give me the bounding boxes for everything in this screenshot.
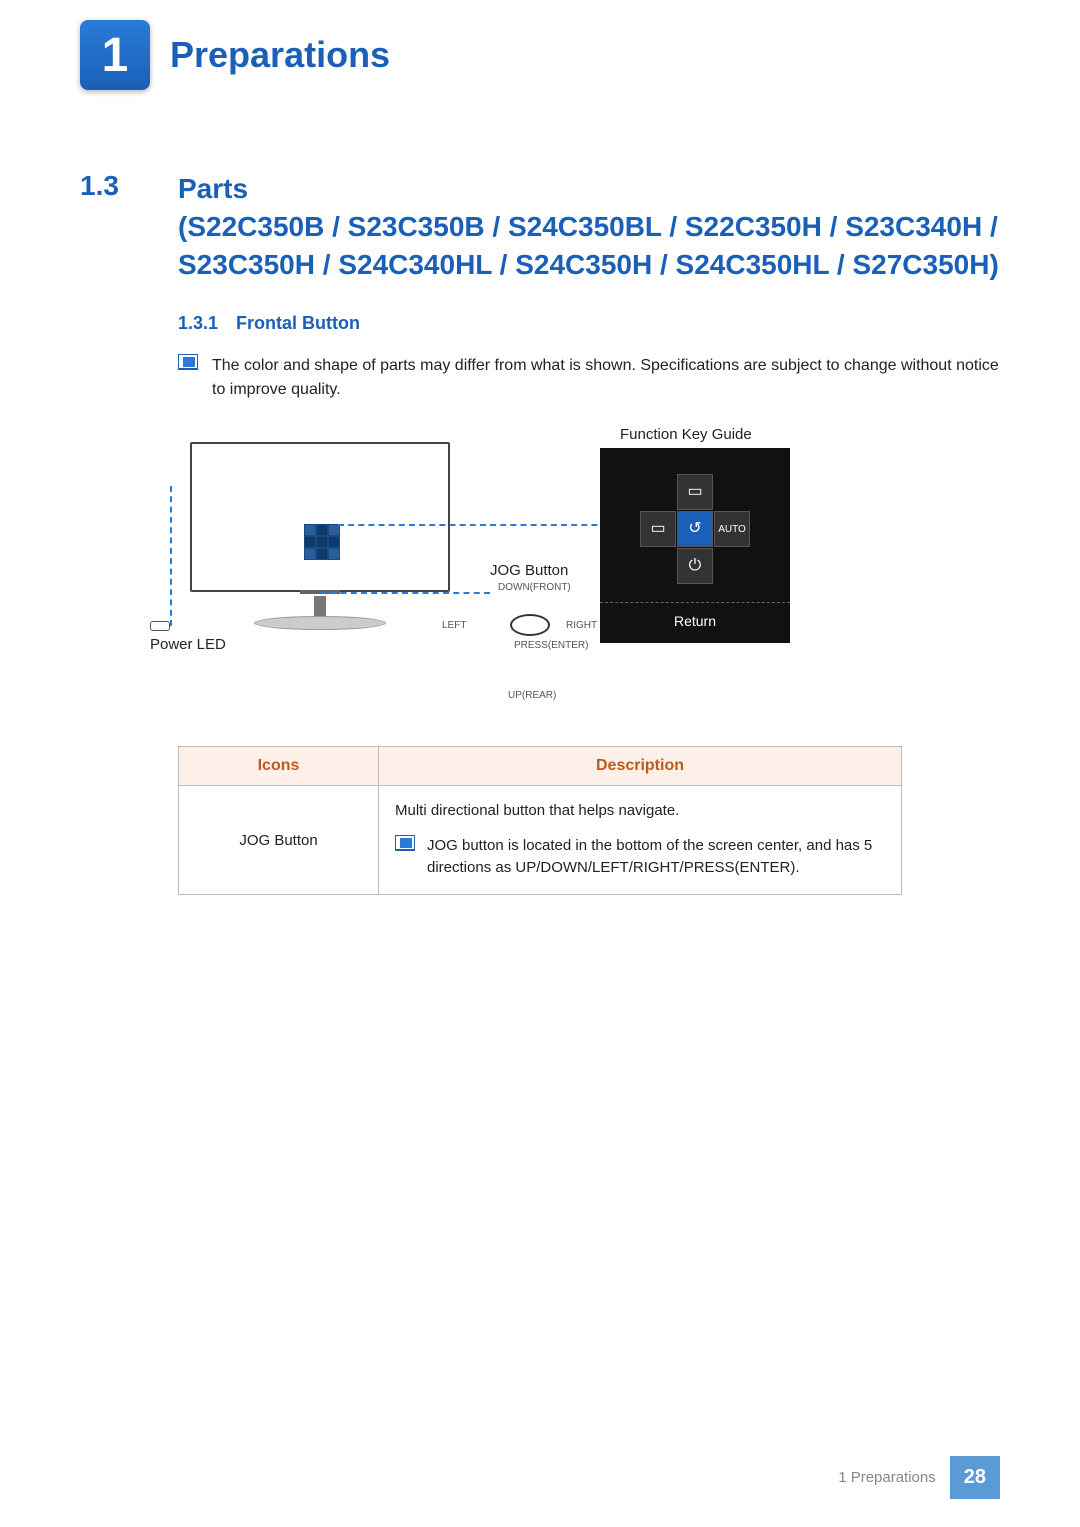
subsection-heading: 1.3.1 Frontal Button (178, 313, 1000, 334)
subsection-title: Frontal Button (236, 313, 360, 334)
page-footer: 1 Preparations 28 (824, 1456, 1000, 1499)
col-icons-header: Icons (179, 747, 379, 786)
power-led-label: Power LED (150, 636, 226, 653)
cell-icon-name: JOG Button (179, 786, 379, 895)
jog-up-rear-label: UP(REAR) (508, 690, 556, 701)
fkg-center-icon: ↺ (677, 511, 713, 547)
jog-left-label: LEFT (442, 620, 466, 631)
chapter-number-badge: 1 (80, 20, 150, 90)
frontal-button-diagram: Power LED Function Key Guide ▭ ▭ ↺ AUTO … (190, 426, 890, 716)
jog-press-enter-label: PRESS(ENTER) (514, 640, 588, 651)
subsection-number: 1.3.1 (178, 313, 218, 334)
footer-page-number: 28 (950, 1456, 1000, 1499)
function-key-guide-label: Function Key Guide (620, 426, 752, 443)
jog-right-label: RIGHT (566, 620, 597, 631)
row-note-text: JOG button is located in the bottom of t… (427, 835, 885, 880)
icons-description-table: Icons Description JOG Button Multi direc… (178, 746, 902, 895)
fkg-return-label: Return (600, 602, 790, 629)
fkg-right-label: AUTO (714, 511, 750, 547)
col-description-header: Description (379, 747, 902, 786)
function-key-cross: ▭ ▭ ↺ AUTO ⏻ (640, 474, 750, 584)
onscreen-nav-icon (304, 524, 340, 560)
jog-button-label: JOG Button (490, 562, 568, 579)
monitor-outline (190, 442, 450, 592)
fkg-left-icon: ▭ (640, 511, 676, 547)
section-heading: 1.3 Parts (S22C350B / S23C350B / S24C350… (80, 170, 1000, 283)
section-title: Parts (S22C350B / S23C350B / S24C350BL /… (178, 170, 1000, 283)
monitor-stand-neck (314, 596, 326, 618)
note-text: The color and shape of parts may differ … (212, 354, 1000, 402)
fkg-power-icon: ⏻ (677, 548, 713, 584)
power-led-icon (150, 621, 170, 631)
table-header-row: Icons Description (179, 747, 902, 786)
row-note: JOG button is located in the bottom of t… (395, 835, 885, 880)
chapter-title: Preparations (170, 34, 390, 76)
footer-breadcrumb: 1 Preparations (824, 1461, 950, 1494)
callout-line (170, 486, 172, 626)
monitor-stand-base (254, 616, 386, 630)
note-icon (178, 354, 198, 370)
jog-down-front-label: DOWN(FRONT) (498, 582, 571, 593)
table-row: JOG Button Multi directional button that… (179, 786, 902, 895)
note-block: The color and shape of parts may differ … (178, 354, 1000, 402)
cell-description: Multi directional button that helps navi… (379, 786, 902, 895)
fkg-up-icon: ▭ (677, 474, 713, 510)
manual-page: 1 Preparations 1.3 Parts (S22C350B / S23… (0, 0, 1080, 1527)
callout-line (320, 592, 490, 594)
section-number: 1.3 (80, 170, 150, 283)
jog-circle-icon (510, 614, 550, 636)
callout-line (338, 524, 638, 526)
note-icon (395, 835, 415, 851)
row-desc-text: Multi directional button that helps navi… (395, 800, 885, 823)
chapter-header: 1 Preparations (80, 20, 1000, 90)
jog-button-zoom: DOWN(FRONT) LEFT RIGHT PRESS(ENTER) UP(R… (470, 596, 590, 696)
